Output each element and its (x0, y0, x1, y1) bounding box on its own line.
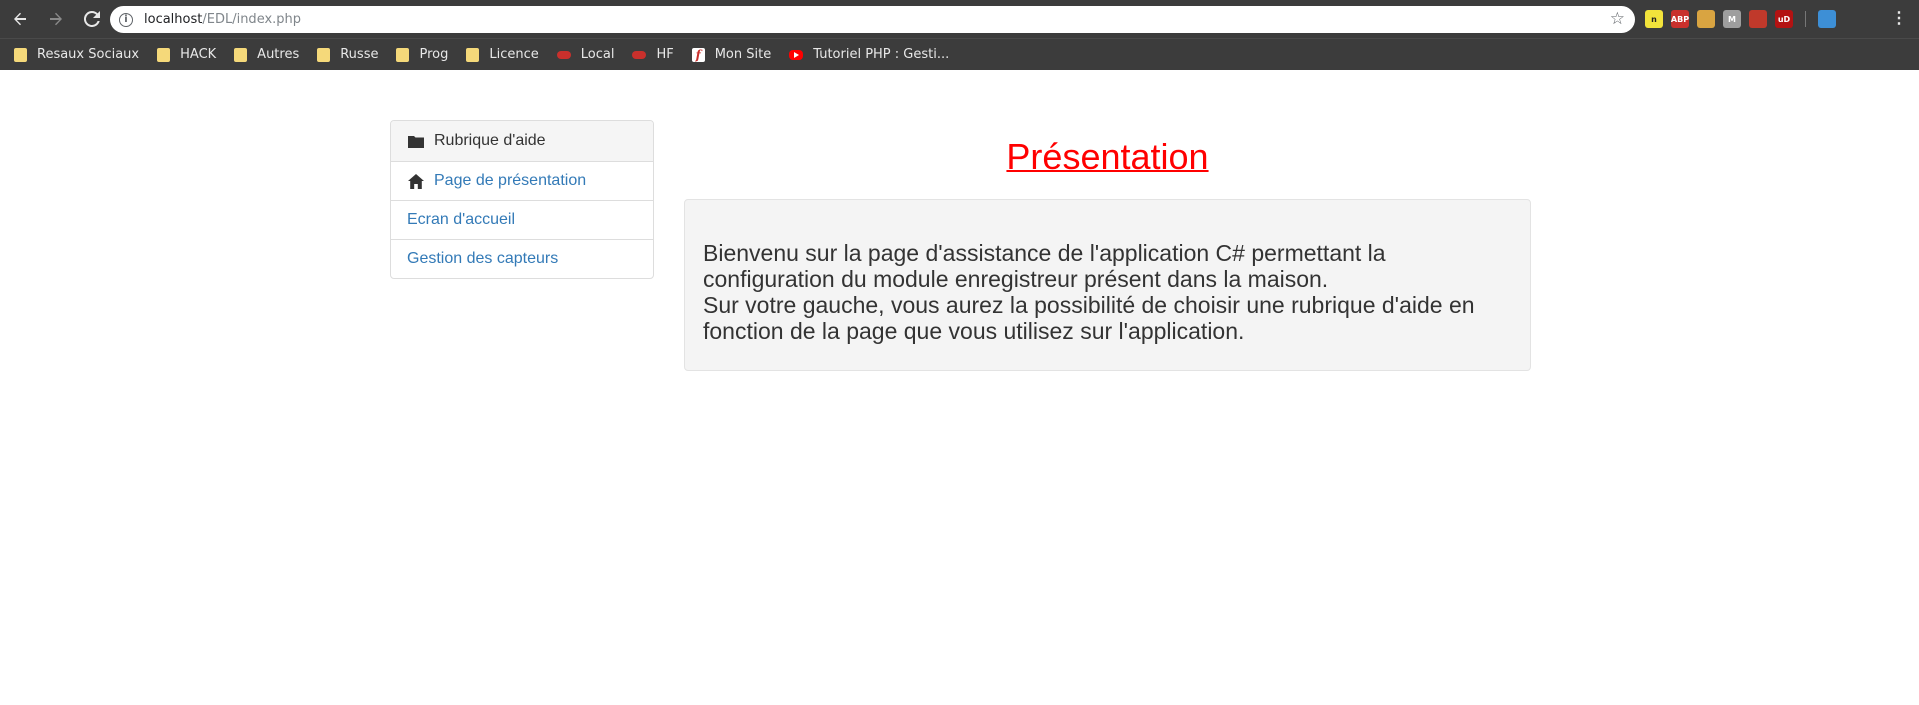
site-f-icon: f (691, 47, 705, 62)
sidebar-item-ecran-accueil[interactable]: Ecran d'accueil (391, 200, 653, 239)
sidebar-item-presentation[interactable]: Page de présentation (391, 161, 653, 200)
intro-paragraph: Bienvenu sur la page d'assistance de l'a… (703, 240, 1386, 292)
bookmark-item[interactable]: Autres (234, 47, 299, 62)
bookmark-label: HACK (180, 47, 217, 62)
bookmark-label: Autres (257, 47, 300, 62)
folder-icon (466, 47, 480, 62)
sidebar-item-gestion-capteurs[interactable]: Gestion des capteurs (391, 239, 653, 278)
server-icon (632, 50, 647, 59)
server-icon (556, 50, 571, 59)
arrow-right-icon (50, 12, 62, 26)
url-host: localhost (144, 12, 203, 27)
folder-icon (407, 134, 424, 149)
browser-toolbar: i localhost/EDL/index.php ☆ n ABP MuD ⋮ (0, 0, 1919, 38)
help-sidebar: Rubrique d'aide Page de présentation Ecr… (390, 120, 654, 279)
bookmark-item[interactable]: HF (632, 47, 674, 62)
bookmark-item[interactable]: f Mon Site (691, 47, 772, 62)
bookmark-label: Mon Site (714, 47, 772, 62)
bookmark-item[interactable]: Licence (466, 47, 539, 62)
url-text[interactable]: localhost/EDL/index.php (144, 12, 301, 27)
extensions-area: n ABP MuD (1645, 8, 1836, 30)
sidebar-item-label: Ecran d'accueil (407, 211, 515, 228)
ublock-extension-icon[interactable]: uD (1775, 10, 1793, 28)
bookmark-item[interactable]: Tutoriel PHP : Gesti... (789, 47, 949, 62)
bookmark-star-icon[interactable]: ☆ (1610, 9, 1625, 29)
bookmark-label: Tutoriel PHP : Gesti... (813, 47, 950, 62)
url-path: /EDL/index.php (202, 12, 302, 27)
youtube-icon (789, 49, 804, 60)
folder-icon (234, 47, 248, 62)
info-icon[interactable]: i (119, 12, 133, 27)
arrow-left-icon (14, 12, 26, 26)
bookmark-item[interactable]: HACK (157, 47, 216, 62)
sidebar-header-label: Rubrique d'aide (434, 132, 546, 149)
bookmark-label: Prog (419, 47, 449, 62)
back-button[interactable] (4, 3, 36, 35)
folder-icon (14, 47, 27, 62)
bookmark-label: HF (656, 47, 674, 62)
menu-dots-icon[interactable]: ⋮ (1891, 9, 1907, 29)
sidebar-header: Rubrique d'aide (391, 121, 653, 161)
presentation-panel: Bienvenu sur la page d'assistance de l'a… (684, 199, 1531, 371)
pdf-extension-icon[interactable] (1749, 10, 1767, 28)
page-title-text: Présentation (1006, 136, 1209, 177)
cookie-extension-icon[interactable] (1697, 10, 1715, 28)
forward-button[interactable] (40, 3, 72, 35)
folder-icon (396, 47, 410, 62)
m-extension-icon[interactable]: M (1723, 10, 1741, 28)
bookmark-item[interactable]: Prog (396, 47, 448, 62)
sidebar-item-label: Page de présentation (434, 172, 587, 189)
vpn-extension-icon[interactable] (1818, 10, 1836, 28)
bookmark-label: Licence (489, 47, 539, 62)
bookmark-label: Russe (340, 47, 379, 62)
reload-icon (84, 11, 100, 27)
bookmarks-bar: Resaux Sociaux HACK Autres Russe Prog Licence… (0, 38, 1919, 70)
bookmark-item[interactable]: Russe (317, 47, 378, 62)
folder-icon (157, 47, 171, 62)
toolbar-separator (1805, 11, 1806, 27)
folder-icon (317, 47, 331, 62)
bookmark-item[interactable]: Resaux Sociaux (14, 47, 139, 62)
address-bar[interactable]: i localhost/EDL/index.php ☆ (110, 6, 1635, 33)
guide-paragraph: Sur votre gauche, vous aurez la possibil… (703, 292, 1475, 344)
adblock-extension-icon[interactable]: ABP (1671, 10, 1689, 28)
home-icon (407, 173, 424, 189)
bookmark-item[interactable]: Local (556, 47, 615, 62)
reload-button[interactable] (76, 3, 108, 35)
bookmark-label: Resaux Sociaux (37, 47, 140, 62)
bookmark-label: Local (580, 47, 615, 62)
note-extension-icon[interactable]: n (1645, 10, 1663, 28)
sidebar-item-label: Gestion des capteurs (407, 250, 559, 267)
page-title: Présentation (684, 136, 1531, 178)
